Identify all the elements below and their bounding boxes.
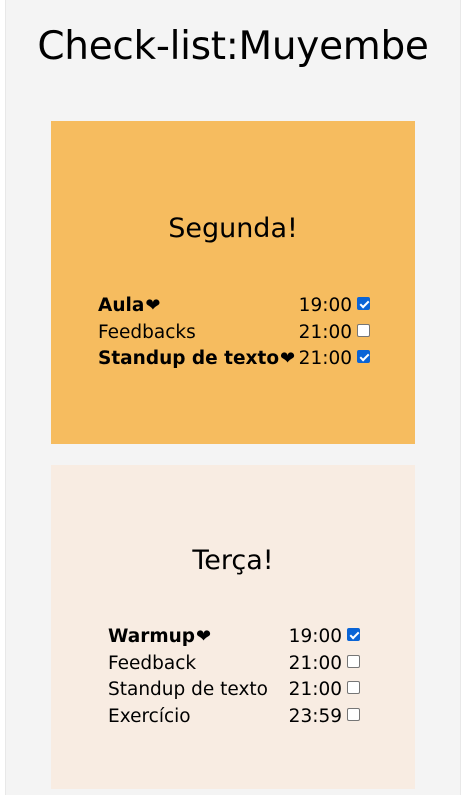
task-label: Feedback xyxy=(108,652,197,674)
task-label: Standup de texto xyxy=(98,348,280,369)
task-name: Standup de texto❤ xyxy=(98,346,295,372)
task-item: Feedbacks 21:00 xyxy=(98,320,370,347)
task-checkbox[interactable] xyxy=(347,654,360,668)
task-checkbox[interactable] xyxy=(347,681,360,694)
task-name: Aula❤ xyxy=(98,293,160,319)
task-time: 21:00 xyxy=(298,321,352,343)
page-container: Check-list:Muyembe Segunda! Aula❤ 19:00 … xyxy=(5,0,461,795)
task-time: 19:00 xyxy=(298,295,352,316)
task-item: Warmup❤ 19:00 xyxy=(108,624,360,651)
day-card-monday: Segunda! Aula❤ 19:00 Feedbacks 21:00 Sta… xyxy=(51,121,415,444)
task-label: Aula xyxy=(98,295,145,316)
task-name: Exercício xyxy=(108,704,192,730)
task-name: Warmup❤ xyxy=(108,624,211,650)
task-list-monday: Aula❤ 19:00 Feedbacks 21:00 Standup de t… xyxy=(98,293,370,373)
task-checkbox[interactable] xyxy=(347,628,360,641)
task-time: 21:00 xyxy=(288,679,342,700)
task-list-tuesday: Warmup❤ 19:00 Feedback 21:00 Standup de … xyxy=(108,624,360,730)
task-item: Feedback 21:00 xyxy=(108,651,360,678)
page-title: Check-list:Muyembe xyxy=(37,24,429,69)
heart-icon: ❤ xyxy=(280,348,296,369)
task-item: Aula❤ 19:00 xyxy=(98,293,370,320)
day-heading: Segunda! xyxy=(168,213,298,244)
heart-icon: ❤ xyxy=(145,295,161,316)
task-name: Standup de texto xyxy=(108,677,269,703)
heart-icon: ❤ xyxy=(196,626,212,647)
task-name: Feedback xyxy=(108,651,197,677)
task-label: Exercício xyxy=(108,705,191,727)
task-time: 21:00 xyxy=(298,348,352,369)
day-card-tuesday: Terça! Warmup❤ 19:00 Feedback 21:00 Stan… xyxy=(51,465,415,789)
task-label: Warmup xyxy=(108,626,196,647)
task-item: Standup de texto❤ 21:00 xyxy=(98,346,370,373)
task-time: 19:00 xyxy=(288,626,342,647)
task-item: Exercício 23:59 xyxy=(108,704,360,731)
task-label: Feedbacks xyxy=(98,321,196,343)
task-checkbox[interactable] xyxy=(357,350,370,363)
task-time: 21:00 xyxy=(288,652,342,674)
task-time: 23:59 xyxy=(288,705,342,727)
task-checkbox[interactable] xyxy=(357,297,370,310)
task-item: Standup de texto 21:00 xyxy=(108,677,360,704)
task-checkbox[interactable] xyxy=(347,707,360,721)
day-heading: Terça! xyxy=(192,545,274,576)
task-name: Feedbacks xyxy=(98,320,197,346)
task-label: Standup de texto xyxy=(108,679,268,700)
task-checkbox[interactable] xyxy=(357,323,370,337)
